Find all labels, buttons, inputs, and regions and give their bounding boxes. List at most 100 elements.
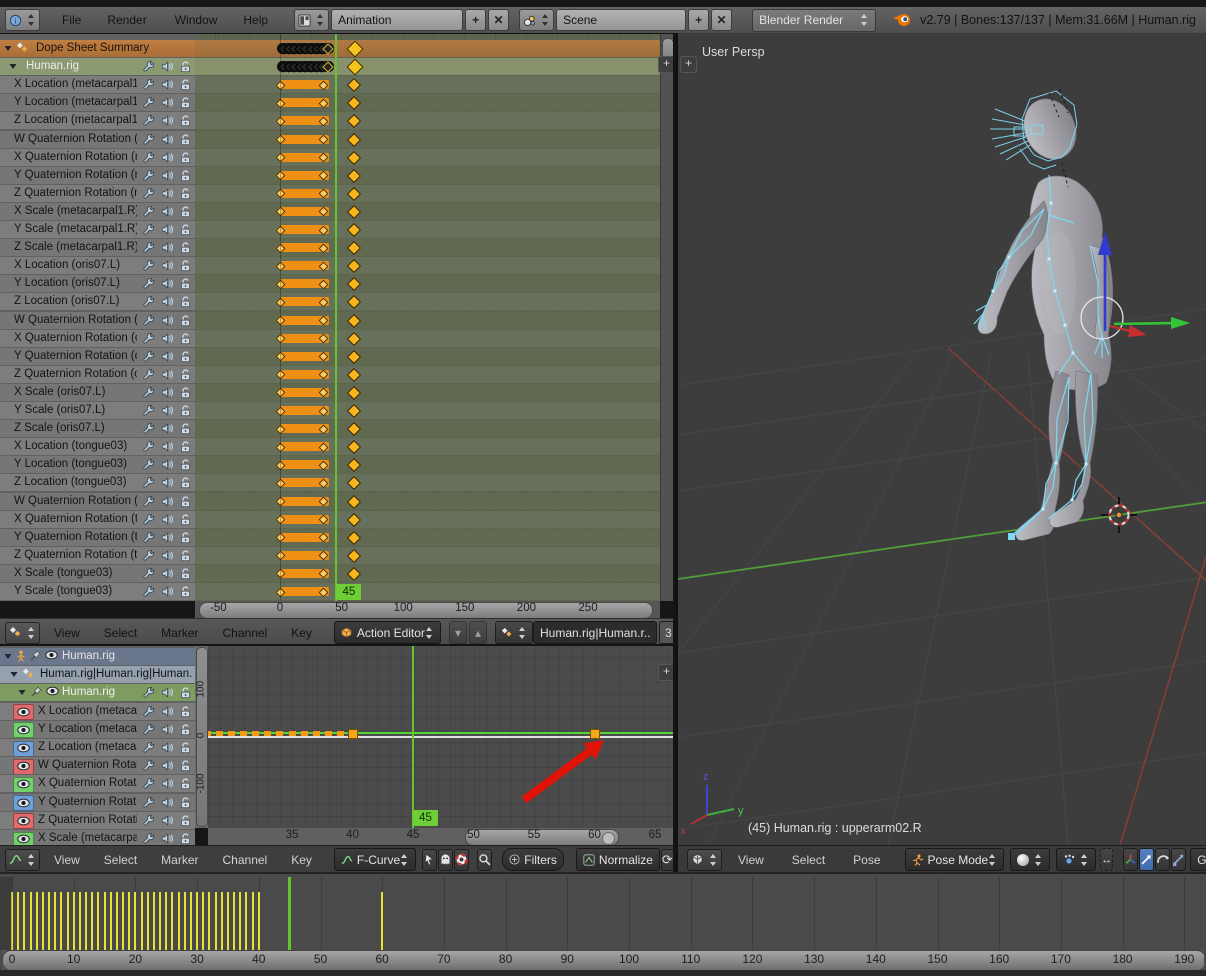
lock-icon[interactable] <box>179 741 192 754</box>
menu-channel[interactable]: Channel <box>223 626 268 640</box>
wrench-icon[interactable] <box>142 567 155 580</box>
speaker-icon[interactable] <box>161 567 174 580</box>
speaker-icon[interactable] <box>161 686 174 699</box>
speaker-icon[interactable] <box>161 549 174 562</box>
lock-icon[interactable] <box>179 705 192 718</box>
channel-color-swatch[interactable] <box>13 759 34 775</box>
lock-icon[interactable] <box>179 386 192 399</box>
wrench-icon[interactable] <box>142 513 155 526</box>
lock-icon[interactable] <box>179 814 192 827</box>
channel-key-row[interactable] <box>195 275 660 292</box>
channel-key-row[interactable] <box>195 76 660 93</box>
summary-key-capsule[interactable] <box>277 61 334 72</box>
speaker-icon[interactable] <box>161 386 174 399</box>
add-scene-button[interactable]: + <box>688 9 709 31</box>
graph-mode-select[interactable]: F-Curve <box>334 848 416 871</box>
editor-type-button-graph[interactable] <box>5 849 40 871</box>
selected-keyframe-icon[interactable] <box>347 549 361 563</box>
speaker-icon[interactable] <box>161 440 174 453</box>
lock-icon[interactable] <box>179 259 192 272</box>
zoom-tool-button[interactable] <box>477 849 492 871</box>
action-name-field[interactable]: Human.rig|Human.r... <box>533 621 657 644</box>
lock-icon[interactable] <box>179 223 192 236</box>
editor-type-button-3dview[interactable] <box>687 849 722 871</box>
wrench-icon[interactable] <box>142 458 155 471</box>
selected-keyframe-icon[interactable] <box>347 458 361 472</box>
speaker-icon[interactable] <box>161 531 174 544</box>
timeline-keyframe-line[interactable] <box>79 892 81 950</box>
wrench-icon[interactable] <box>142 368 155 381</box>
channel-key-row[interactable] <box>195 547 660 564</box>
interaction-mode-select[interactable]: Pose Mode <box>905 848 1005 871</box>
current-frame-line[interactable] <box>288 877 291 950</box>
channel-key-row[interactable] <box>195 203 660 220</box>
dope-channel-row[interactable]: Z Scale (metacarpal1.R) <box>0 239 195 256</box>
wrench-icon[interactable] <box>142 585 155 598</box>
dope-channel-row[interactable]: X Quaternion Rotation (metacarpal1.R) <box>0 149 195 166</box>
wrench-icon[interactable] <box>142 705 155 718</box>
close-scene-button[interactable]: ✕ <box>711 9 732 31</box>
wrench-icon[interactable] <box>142 133 155 146</box>
timeline[interactable]: 0102030405060708090100110120130140150160… <box>0 872 1206 976</box>
menu-pose[interactable]: Pose <box>853 853 880 867</box>
dope-channel-row[interactable]: Y Scale (metacarpal1.R) <box>0 221 195 238</box>
pivot-point-select[interactable] <box>1056 848 1096 871</box>
channel-key-row[interactable] <box>195 112 660 129</box>
dope-channel-row[interactable]: Z Location (tongue03) <box>0 474 195 491</box>
lock-icon[interactable] <box>179 277 192 290</box>
dope-channel-row[interactable]: W Quaternion Rotation (metacarpal1.R) <box>0 131 195 148</box>
wrench-icon[interactable] <box>142 476 155 489</box>
timeline-keyframe-line[interactable] <box>54 892 56 950</box>
speaker-icon[interactable] <box>161 133 174 146</box>
current-frame-line[interactable] <box>335 33 337 601</box>
dope-channel-row[interactable]: Z Scale (oris07.L) <box>0 420 195 437</box>
menu-file[interactable]: File <box>62 13 81 27</box>
timeline-keyframe-line[interactable] <box>221 892 223 950</box>
lock-icon[interactable] <box>179 60 192 73</box>
3d-cursor[interactable] <box>1101 497 1137 533</box>
dope-channel-row[interactable]: Y Scale (tongue03) <box>0 583 195 600</box>
selected-keyframe-icon[interactable] <box>347 567 361 581</box>
divider[interactable] <box>673 33 676 872</box>
lock-icon[interactable] <box>179 241 192 254</box>
auto-normalize-refresh-button[interactable]: ⟳ <box>661 849 674 871</box>
lock-icon[interactable] <box>179 832 192 845</box>
speaker-icon[interactable] <box>161 777 174 790</box>
speaker-icon[interactable] <box>161 277 174 290</box>
timeline-keyframe-line[interactable] <box>60 892 62 950</box>
channel-key-row[interactable] <box>195 583 660 600</box>
eye-icon[interactable] <box>17 816 30 826</box>
timeline-keyframe-line[interactable] <box>128 892 130 950</box>
timeline-keyframe-line[interactable] <box>36 892 38 950</box>
speaker-icon[interactable] <box>161 259 174 272</box>
selected-keyframe-icon[interactable] <box>347 295 361 309</box>
channel-color-swatch[interactable] <box>13 777 34 793</box>
speaker-icon[interactable] <box>161 151 174 164</box>
wrench-icon[interactable] <box>142 350 155 363</box>
timeline-key-area[interactable] <box>0 877 1206 950</box>
lock-icon[interactable] <box>179 96 192 109</box>
timeline-keyframe-line[interactable] <box>104 892 106 950</box>
lock-icon[interactable] <box>179 114 192 127</box>
filters-button[interactable]: Filters <box>502 848 564 871</box>
dope-channel-row[interactable]: X Quaternion Rotation (tongue03) <box>0 511 195 528</box>
speaker-icon[interactable] <box>161 368 174 381</box>
timeline-keyframe-line[interactable] <box>23 892 25 950</box>
selected-keyframe-icon[interactable] <box>347 386 361 400</box>
x-arrowhead-icon[interactable] <box>1128 325 1147 337</box>
graph-object-row[interactable]: Human.rig <box>0 648 195 665</box>
editor-type-button-info[interactable]: i <box>5 9 40 31</box>
channel-key-row[interactable] <box>195 167 660 184</box>
timeline-keyframe-line[interactable] <box>17 892 19 950</box>
timeline-keyframe-line[interactable] <box>30 892 32 950</box>
dope-channel-row[interactable]: Z Quaternion Rotation (oris07.L) <box>0 366 195 383</box>
browse-action-button[interactable] <box>495 621 533 644</box>
lock-icon[interactable] <box>179 585 192 598</box>
speaker-icon[interactable] <box>161 169 174 182</box>
summary-key-row[interactable] <box>195 40 660 57</box>
dope-channel-row[interactable]: Y Quaternion Rotation (oris07.L) <box>0 348 195 365</box>
dope-channel-row[interactable]: X Scale (oris07.L) <box>0 384 195 401</box>
viewport-plus-tab[interactable]: + <box>680 56 697 73</box>
menu-view[interactable]: View <box>54 853 80 867</box>
screen-layout-icon-button[interactable] <box>294 9 329 31</box>
